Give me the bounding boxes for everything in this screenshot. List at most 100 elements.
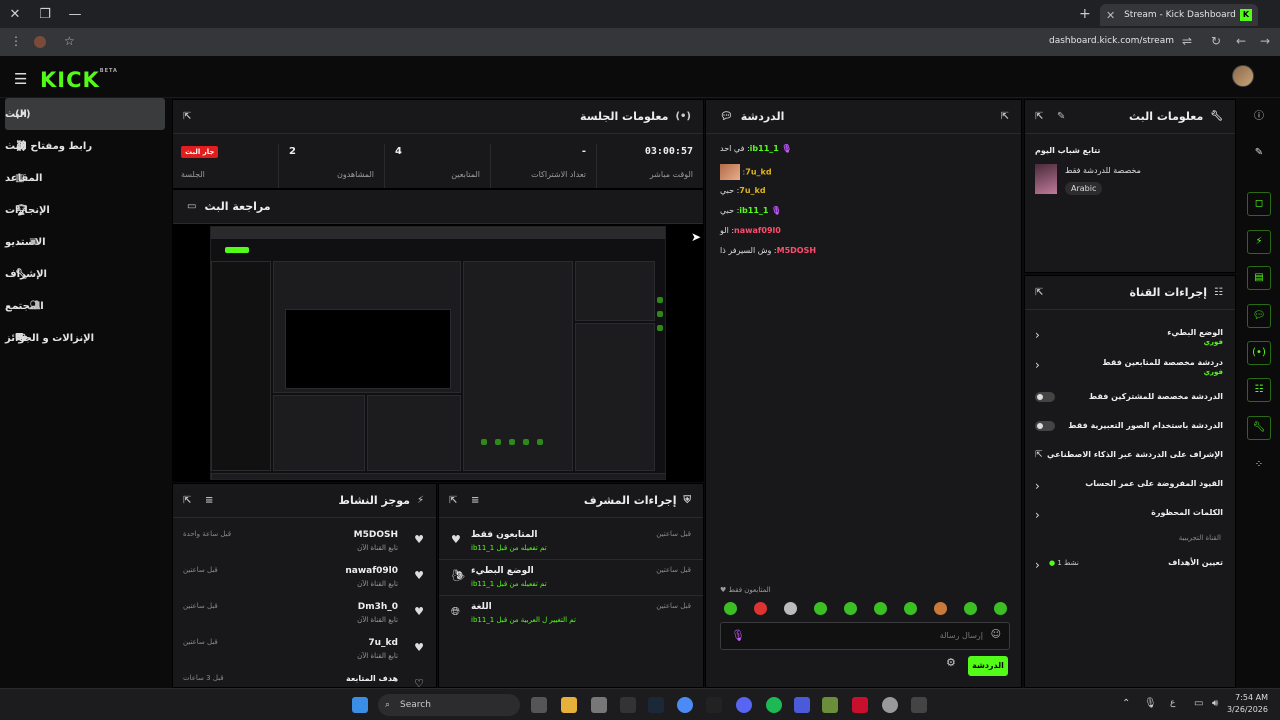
minecraft-icon[interactable] bbox=[822, 697, 838, 713]
monitor-icon[interactable]: ▭ bbox=[1194, 698, 1203, 709]
spotify-icon[interactable] bbox=[766, 697, 782, 713]
user-avatar[interactable] bbox=[1232, 65, 1254, 87]
popout-icon[interactable]: ⇱ bbox=[183, 111, 191, 122]
emote-icon[interactable] bbox=[994, 602, 1007, 615]
nav-item-moderation[interactable]: 🔧︎ الإشراف bbox=[5, 258, 165, 290]
chat-input[interactable]: 🎙︎ إرسال رسالة ☺ bbox=[720, 622, 1010, 650]
emote-icon[interactable] bbox=[754, 602, 767, 615]
wrench-icon: 🔧︎ bbox=[1210, 111, 1223, 122]
add-widget-icon[interactable]: ⁘ bbox=[1247, 454, 1271, 478]
nav-item-seats[interactable]: ▥ المقاعد bbox=[5, 162, 165, 194]
steam-icon[interactable] bbox=[648, 697, 664, 713]
wrench-icon[interactable]: 🔧︎ bbox=[1247, 416, 1271, 440]
taskbar-clock[interactable]: 7:54 AM 3/26/2026 bbox=[1227, 692, 1268, 716]
emote-icon[interactable] bbox=[904, 602, 917, 615]
file-explorer-icon[interactable] bbox=[561, 697, 577, 713]
send-chat-button[interactable]: الدردشة bbox=[968, 656, 1008, 676]
popout-icon[interactable]: ⇱ bbox=[1001, 111, 1009, 122]
emote-icon[interactable] bbox=[784, 602, 797, 615]
nav-item-studio[interactable]: ⌄ الاستديو ▣ bbox=[5, 226, 165, 258]
close-window-icon[interactable]: ✕ bbox=[0, 7, 30, 22]
kick-favicon-icon: K bbox=[1240, 9, 1252, 21]
site-settings-icon[interactable]: ⇌ bbox=[1182, 34, 1192, 48]
nav-item-community[interactable]: ⌄ المجتمع 👥︎ bbox=[5, 290, 165, 322]
nav-item-stream[interactable]: (•) البث bbox=[5, 98, 165, 130]
mod-actions-header: ⇱ ≡ إجراءات المشرف ⛨ bbox=[439, 484, 703, 518]
emote-icon[interactable] bbox=[874, 602, 887, 615]
nav-item-drops[interactable]: ⛟ الإنزالات و الجوائز bbox=[5, 322, 165, 354]
app-icon[interactable] bbox=[911, 697, 927, 713]
obs-icon[interactable] bbox=[706, 697, 722, 713]
valorant-icon[interactable] bbox=[852, 697, 868, 713]
store-icon[interactable] bbox=[591, 697, 607, 713]
filter-icon[interactable]: ≡ bbox=[205, 495, 213, 506]
new-tab-icon[interactable]: + bbox=[1079, 6, 1091, 22]
toggle-switch[interactable] bbox=[1035, 421, 1055, 431]
emote-icon[interactable] bbox=[724, 602, 737, 615]
document-icon[interactable]: ▤ bbox=[1247, 266, 1271, 290]
minimize-window-icon[interactable]: — bbox=[60, 7, 90, 22]
kick-logo[interactable]: KICKBETA bbox=[40, 68, 118, 92]
emote-icon[interactable] bbox=[844, 602, 857, 615]
windows-start-icon[interactable] bbox=[352, 697, 368, 713]
settings-gear-icon[interactable]: ⚙ bbox=[946, 656, 956, 669]
nav-item-achievements[interactable]: 🏆︎ الإنجازات bbox=[5, 194, 165, 226]
forward-icon[interactable]: → bbox=[1260, 34, 1270, 48]
mod-action-item: 🐌︎ الوضع البطيء تم تفعيله من قبل ib11_1 قبل… bbox=[439, 560, 703, 596]
chat-message: 🎙︎ ib11_1: حبي bbox=[720, 206, 782, 215]
tray-chevron-icon[interactable]: ⌃ bbox=[1122, 698, 1130, 709]
channel-action-emotes-only[interactable]: الدردشة باستخدام الصور التعبيرية فقط bbox=[1035, 419, 1223, 443]
edit-icon[interactable]: ✎ bbox=[1247, 142, 1271, 166]
channel-action-goals[interactable]: › ● نشط 1 تعيين الأهداف bbox=[1035, 556, 1223, 580]
broadcast-icon[interactable]: (•) bbox=[1247, 341, 1271, 365]
emote-icon[interactable] bbox=[814, 602, 827, 615]
profile-icon[interactable] bbox=[34, 36, 46, 48]
os-taskbar: ⌕ Search ⌃ 🎙︎ ع ▭ 🔊︎ 7:54 AM 3/26/2026 bbox=[0, 688, 1280, 720]
nav-item-stream-key[interactable]: ⛓ رابط ومفتاح البث bbox=[5, 130, 165, 162]
channel-action-followers-only[interactable]: › دردشة مخصصة للمتابعين فقط فوري bbox=[1035, 356, 1223, 380]
emote-icon[interactable] bbox=[964, 602, 977, 615]
chevron-down-icon: ⌄ bbox=[15, 236, 24, 248]
mic-icon[interactable]: 🎙︎ bbox=[1144, 698, 1157, 709]
browser-tab[interactable]: ✕ Stream - Kick Dashboard K bbox=[1100, 4, 1258, 26]
restore-window-icon[interactable]: ❐ bbox=[30, 7, 60, 22]
channel-action-ai-moderation[interactable]: ⇱ الإشراف على الدردشة عبر الذكاء الاصطناع… bbox=[1035, 448, 1223, 472]
hamburger-menu-icon[interactable]: ☰ bbox=[14, 70, 27, 88]
chat-icon[interactable]: 💬︎ bbox=[1247, 304, 1271, 328]
popout-icon[interactable]: ⇱ bbox=[183, 495, 191, 506]
popout-icon[interactable]: ⇱ bbox=[449, 495, 457, 506]
emoji-icon[interactable]: ☺ bbox=[991, 629, 1001, 640]
emote-icon[interactable] bbox=[934, 602, 947, 615]
edit-pencil-icon[interactable]: ✎ bbox=[1057, 111, 1065, 122]
chat-message: M5DOSH: وش السيرفر ذا bbox=[720, 246, 817, 255]
channel-action-account-age[interactable]: › القيود المفروضة على عمر الحساب bbox=[1035, 477, 1223, 501]
channel-action-slow-mode[interactable]: › الوضع البطيء فوري bbox=[1035, 326, 1223, 350]
url-field[interactable]: dashboard.kick.com/stream bbox=[1049, 36, 1174, 46]
volume-icon[interactable]: 🔊︎ bbox=[1212, 698, 1218, 709]
app-icon[interactable] bbox=[794, 697, 810, 713]
reload-icon[interactable]: ↻ bbox=[1211, 34, 1221, 48]
filter-icon[interactable]: ≡ bbox=[471, 495, 479, 506]
stream-preview-video[interactable]: ➤ bbox=[173, 224, 703, 482]
channel-action-banned-words[interactable]: › الكلمات المحظورة bbox=[1035, 506, 1223, 530]
back-icon[interactable]: ← bbox=[1236, 34, 1246, 48]
chrome-icon[interactable] bbox=[677, 697, 693, 713]
menu-dots-icon[interactable]: ⋮ bbox=[10, 34, 22, 48]
popout-icon[interactable]: ⇱ bbox=[1035, 111, 1043, 122]
bookmark-star-icon[interactable]: ☆ bbox=[64, 34, 75, 48]
app-icon[interactable] bbox=[620, 697, 636, 713]
info-icon[interactable]: ⓘ bbox=[1247, 106, 1271, 130]
task-view-icon[interactable] bbox=[531, 697, 547, 713]
bolt-icon[interactable]: ⚡︎ bbox=[1247, 230, 1271, 254]
close-tab-icon[interactable]: ✕ bbox=[1106, 9, 1120, 22]
toggle-switch[interactable] bbox=[1035, 392, 1055, 402]
app-icon[interactable] bbox=[882, 697, 898, 713]
discord-icon[interactable] bbox=[736, 697, 752, 713]
language-indicator[interactable]: ع bbox=[1170, 698, 1175, 708]
channel-action-subs-only[interactable]: الدردشة مخصصة للمشتركين فقط bbox=[1035, 390, 1223, 414]
channel-icon[interactable]: ☷ bbox=[1247, 378, 1271, 402]
popout-icon[interactable]: ⇱ bbox=[1035, 287, 1043, 298]
focus-icon[interactable]: ◻ bbox=[1247, 192, 1271, 216]
taskbar-search[interactable]: ⌕ Search bbox=[378, 694, 520, 716]
browser-tab-bar: ✕ ❐ — + ✕ Stream - Kick Dashboard K bbox=[0, 0, 1280, 28]
